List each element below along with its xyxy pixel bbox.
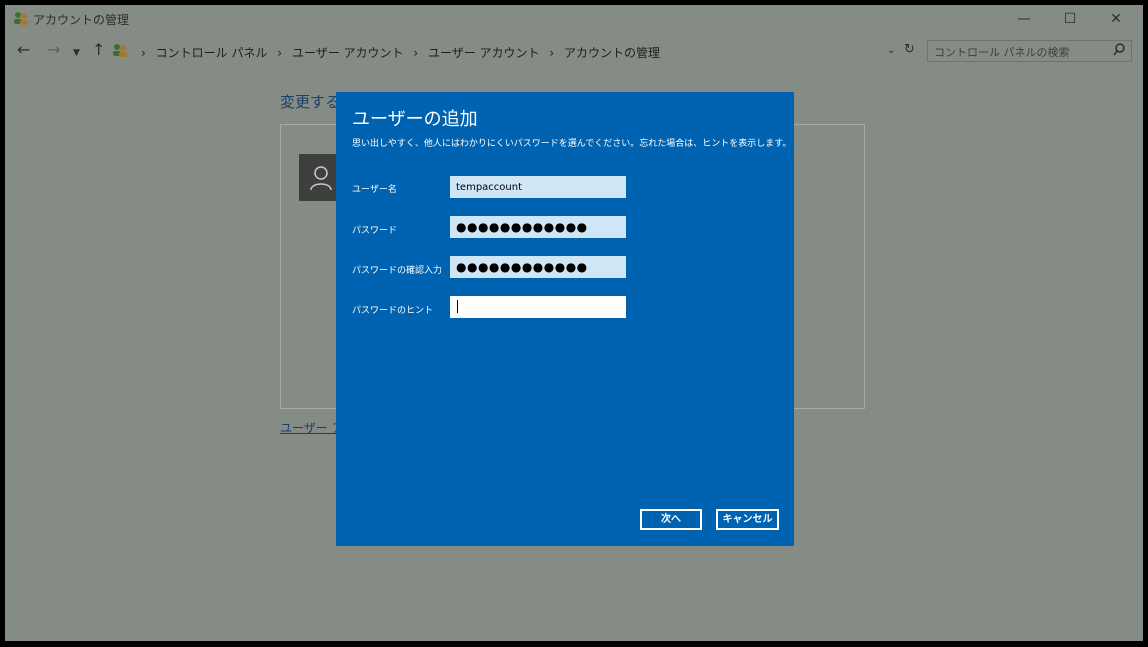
- dialog-description: 思い出しやすく、他人にはわかりにくいパスワードを選んでください。忘れた場合は、ヒ…: [352, 139, 792, 149]
- password-label: パスワード: [352, 226, 398, 236]
- search-input[interactable]: [928, 42, 1110, 63]
- back-arrow-icon[interactable]: ←: [17, 41, 30, 59]
- recent-locations-chevron-icon[interactable]: ▼: [73, 44, 80, 62]
- address-bar-row: ← → ▼ ↑ › コントロール パネル › ユーザー アカウント › ユーザー…: [5, 37, 1143, 65]
- refresh-icon[interactable]: ↻: [904, 42, 915, 57]
- breadcrumb-user-accounts-2[interactable]: ユーザー アカウント: [428, 46, 540, 60]
- breadcrumb-user-accounts-1[interactable]: ユーザー アカウント: [292, 46, 404, 60]
- dialog-title: ユーザーの追加: [352, 109, 478, 130]
- address-dropdown-chevron-icon[interactable]: ⌄: [887, 45, 895, 56]
- next-button[interactable]: 次へ: [640, 509, 702, 530]
- maximize-button[interactable]: ☐: [1047, 5, 1093, 33]
- user-accounts-icon: [14, 12, 28, 25]
- search-icon[interactable]: [1113, 43, 1125, 57]
- breadcrumb-separator-icon: ›: [277, 46, 283, 60]
- window-title: アカウントの管理: [33, 13, 130, 27]
- breadcrumb: › コントロール パネル › ユーザー アカウント › ユーザー アカウント ›…: [135, 44, 660, 61]
- confirm-password-field[interactable]: [450, 256, 626, 278]
- forward-arrow-icon[interactable]: →: [47, 41, 60, 59]
- up-arrow-icon[interactable]: ↑: [92, 41, 105, 59]
- close-button[interactable]: ✕: [1093, 5, 1139, 33]
- breadcrumb-separator-icon: ›: [549, 46, 555, 60]
- breadcrumb-separator-icon: ›: [413, 46, 419, 60]
- breadcrumb-separator-icon: ›: [141, 46, 146, 60]
- text-cursor: [457, 300, 458, 313]
- password-field[interactable]: [450, 216, 626, 238]
- password-hint-field[interactable]: [450, 296, 626, 318]
- title-bar: アカウントの管理 — ☐ ✕: [5, 5, 1143, 33]
- breadcrumb-manage-accounts[interactable]: アカウントの管理: [564, 46, 660, 60]
- username-field[interactable]: [450, 176, 626, 198]
- user-accounts-icon: [113, 44, 127, 57]
- username-label: ユーザー名: [352, 185, 397, 195]
- add-user-dialog: ユーザーの追加 思い出しやすく、他人にはわかりにくいパスワードを選んでください。…: [336, 92, 794, 546]
- password-hint-label: パスワードのヒント: [352, 306, 434, 316]
- confirm-password-label: パスワードの確認入力: [352, 266, 443, 276]
- minimize-button[interactable]: —: [1001, 5, 1047, 33]
- page-heading: 変更する: [280, 93, 341, 111]
- breadcrumb-control-panel[interactable]: コントロール パネル: [156, 46, 268, 60]
- search-box[interactable]: [927, 40, 1132, 63]
- cancel-button[interactable]: キャンセル: [716, 509, 779, 530]
